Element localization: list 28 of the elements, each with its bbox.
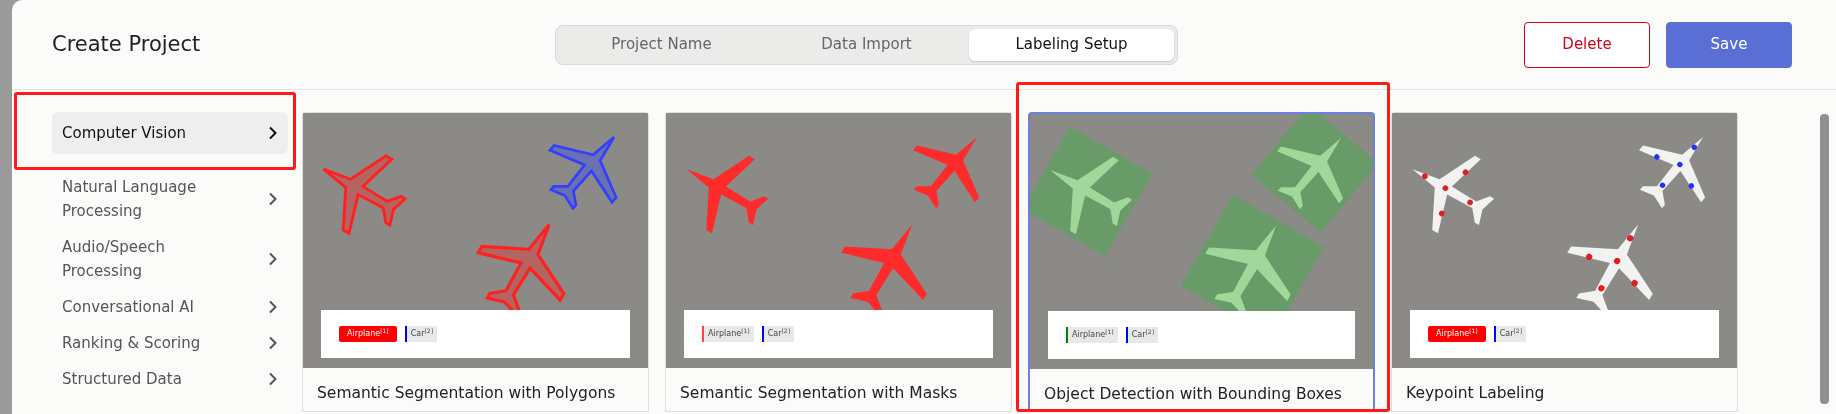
category-item[interactable]: Conversational AI — [52, 290, 288, 324]
template-card[interactable]: Airplane$^{[1]}$ Car$^{[2]}$ Semantic Segmentation with Polygons — [302, 112, 649, 412]
step-tab[interactable]: Project Name — [559, 28, 764, 61]
category-item[interactable]: Natural Language Processing — [52, 170, 288, 228]
label-tag: Airplane$^{[1]}$ — [1428, 326, 1486, 342]
label-tag: Car$^{[2]}$ — [1493, 326, 1526, 342]
label-tag: Car$^{[2]}$ — [761, 326, 794, 342]
template-title: Object Detection with Bounding Boxes — [1043, 384, 1343, 405]
label-tag: Car$^{[2]}$ — [404, 326, 437, 342]
delete-button[interactable]: Delete — [1524, 21, 1650, 68]
template-card[interactable]: Airplane$^{[1]}$ Car$^{[2]}$ Semantic Segmentation with Masks — [665, 112, 1012, 412]
label-tag: Car$^{[2]}$ — [1125, 327, 1158, 343]
template-card[interactable]: Airplane$^{[1]}$ Car$^{[2]}$ Keypoint Labeling — [1391, 112, 1738, 412]
category-item[interactable]: Computer Vision — [52, 112, 288, 154]
category-item[interactable]: Structured Data — [52, 362, 288, 396]
category-item[interactable]: Audio/Speech Processing — [52, 230, 288, 288]
save-button[interactable]: Save — [1666, 21, 1792, 68]
label-tag: Airplane$^{[1]}$ — [339, 326, 397, 342]
template-title: Semantic Segmentation with Polygons — [316, 383, 617, 404]
template-card[interactable]: Airplane$^{[1]}$ Car$^{[2]}$ Object Detection with Bounding Boxes — [1028, 112, 1375, 412]
step-tab[interactable]: Data Import — [764, 28, 969, 61]
template-title: Semantic Segmentation with Masks — [679, 383, 959, 404]
template-title: Keypoint Labeling — [1405, 383, 1546, 404]
dialog-title: Create Project — [52, 31, 202, 58]
category-item[interactable]: Ranking & Scoring — [52, 326, 288, 360]
label-tag: Airplane$^{[1]}$ — [702, 326, 754, 342]
label-tag: Airplane$^{[1]}$ — [1066, 327, 1118, 343]
step-tab[interactable]: Labeling Setup — [969, 28, 1174, 61]
